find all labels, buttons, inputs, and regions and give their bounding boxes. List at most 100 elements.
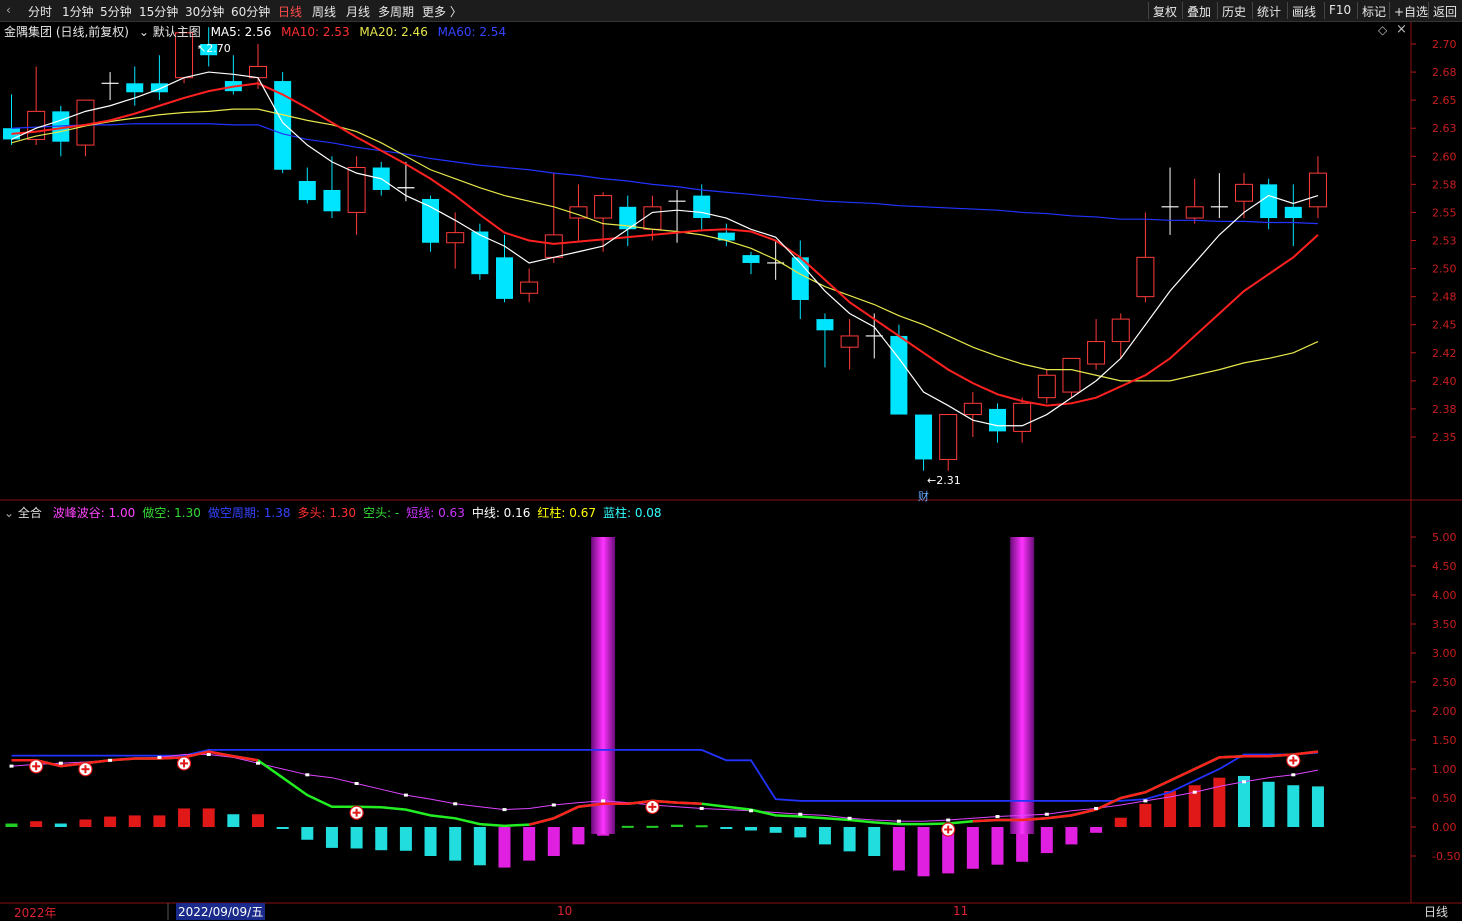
- sub-indicator-values: 波峰波谷: 1.00 做空: 1.30 做空周期: 1.38 多头: 1.30 空头: …: [46, 506, 662, 520]
- histogram-bar: [523, 827, 536, 861]
- histogram-bar: [153, 815, 166, 827]
- candle-down: [323, 189, 341, 212]
- toolbar-separator: [1252, 2, 1253, 19]
- sub-dot: [354, 782, 359, 785]
- period-tab-7[interactable]: 周线: [312, 3, 336, 20]
- histogram-bar: [769, 827, 782, 833]
- sub-dot: [206, 753, 211, 756]
- diamond-icon[interactable]: ◇: [1378, 23, 1387, 37]
- price-tick-label: 2.42: [1432, 347, 1457, 360]
- toolbar-button-4[interactable]: 画线: [1292, 3, 1316, 20]
- period-tab-4[interactable]: 30分钟: [185, 3, 224, 20]
- price-tick-label: 2.45: [1432, 319, 1457, 332]
- period-tab-8[interactable]: 月线: [346, 3, 370, 20]
- histogram-bar: [104, 816, 117, 827]
- candle-down: [496, 257, 513, 299]
- sub-tick-label: 3.00: [1432, 647, 1457, 660]
- indicator-select[interactable]: ⌄ 默认主图: [139, 25, 205, 39]
- period-tab-5[interactable]: 60分钟: [231, 3, 270, 20]
- histogram-bar: [966, 827, 979, 869]
- sub-indicator-select[interactable]: ⌄ 全合: [4, 506, 46, 520]
- toolbar-button-2[interactable]: 历史: [1222, 3, 1246, 20]
- period-tab-2[interactable]: 5分钟: [100, 3, 132, 20]
- histogram-bar: [547, 827, 560, 856]
- period-tab-6[interactable]: 日线: [278, 3, 302, 20]
- toolbar-button-0[interactable]: 复权: [1153, 3, 1177, 20]
- month-label-nov: 11: [953, 904, 969, 918]
- histogram-bar: [375, 827, 388, 851]
- sub-dot: [847, 816, 852, 820]
- sub-dot: [1291, 773, 1296, 777]
- candle-down: [298, 180, 316, 201]
- histogram-bar: [1114, 817, 1127, 827]
- candle-up: [963, 402, 982, 416]
- ma5-value: MA5: 2.56: [210, 25, 272, 39]
- chevron-left-icon[interactable]: ‹: [6, 3, 11, 17]
- candle-up: [1136, 256, 1155, 298]
- sub-tick-label: 1.00: [1432, 763, 1457, 776]
- toolbar-button-3[interactable]: 统计: [1257, 3, 1281, 20]
- histogram-bar: [350, 827, 363, 849]
- sub-tick-label: 4.00: [1432, 589, 1457, 602]
- sub-dot: [946, 818, 951, 822]
- sub-dot: [995, 815, 1000, 819]
- histogram-bar: [1213, 777, 1226, 827]
- sub-dot: [749, 809, 753, 813]
- sub-tick-label: 4.50: [1432, 560, 1457, 573]
- toolbar-separator: [1324, 2, 1325, 19]
- period-tab-9[interactable]: 多周期: [378, 3, 414, 20]
- sub-value-5: 短线: 0.63: [406, 506, 465, 520]
- histogram-bar: [30, 821, 43, 827]
- toolbar-button-6[interactable]: 标记: [1362, 3, 1386, 20]
- histogram-bar: [301, 827, 314, 840]
- period-tab-1[interactable]: 1分钟: [62, 3, 94, 20]
- period-tab-0[interactable]: 分时: [28, 3, 52, 20]
- price-tick-label: 2.53: [1432, 235, 1457, 248]
- toolbar-button-8[interactable]: 返回: [1433, 3, 1457, 20]
- histogram-bar: [54, 823, 67, 827]
- candle-up: [1185, 206, 1204, 219]
- candle-down: [126, 83, 144, 93]
- histogram-bar: [498, 827, 511, 868]
- sub-value-6: 中线: 0.16: [471, 506, 531, 520]
- histogram-bar: [5, 823, 18, 827]
- price-tick-label: 2.40: [1432, 375, 1457, 388]
- chevron-down-icon: ⌄: [138, 25, 149, 39]
- sub-dot: [108, 758, 113, 762]
- period-tab-3[interactable]: 15分钟: [139, 3, 178, 20]
- histogram-bar: [399, 827, 412, 851]
- signal-spike: [1010, 537, 1035, 834]
- finance-marker[interactable]: 财: [918, 488, 929, 504]
- sub-tick-label: -0.50: [1432, 850, 1460, 863]
- period-toolbar: ‹ 分时 1分钟 5分钟 15分钟 30分钟 60分钟 日线 周线 月线 多周期 更多 〉 复权 叠加 历史…: [0, 0, 1462, 22]
- price-tick-label: 2.70: [1432, 38, 1457, 51]
- toolbar-button-1[interactable]: 叠加: [1187, 3, 1211, 20]
- histogram-bar: [646, 825, 659, 828]
- candle-down: [422, 198, 440, 243]
- sub-dot: [403, 793, 408, 797]
- candle-up: [939, 414, 958, 460]
- toolbar-button-7[interactable]: +自选: [1394, 3, 1428, 20]
- sub-dot: [601, 799, 606, 803]
- sub-dot: [305, 773, 310, 777]
- histogram-bar: [917, 827, 930, 877]
- histogram-bar: [892, 827, 905, 871]
- close-icon[interactable]: ×: [1396, 22, 1407, 37]
- histogram-bar: [843, 827, 856, 852]
- chart-canvas[interactable]: 2.70 2.68 2.65 2.63 2.60 2.58 2.55 2.53 2.50 2.48…: [0, 0, 1462, 920]
- month-label-oct: 10: [557, 904, 573, 918]
- stock-name[interactable]: 金隅集团 (日线,前复权): [4, 25, 129, 39]
- price-tick-label: 2.65: [1432, 94, 1457, 107]
- sub-tick-label: 0.00: [1432, 821, 1457, 834]
- sub-dot: [1143, 799, 1148, 803]
- sub-dot: [798, 812, 803, 816]
- low-price-value: 2.31: [936, 474, 961, 487]
- toolbar-button-5[interactable]: F10: [1329, 3, 1351, 17]
- sub-tick-label: 2.00: [1432, 705, 1457, 718]
- sub-tick-label: 2.50: [1432, 676, 1457, 689]
- period-tab-10[interactable]: 更多 〉: [422, 3, 462, 20]
- sub-dot: [453, 802, 458, 806]
- histogram-bar: [473, 827, 486, 866]
- year-label: 2022年: [14, 906, 57, 920]
- histogram-bar: [868, 827, 881, 856]
